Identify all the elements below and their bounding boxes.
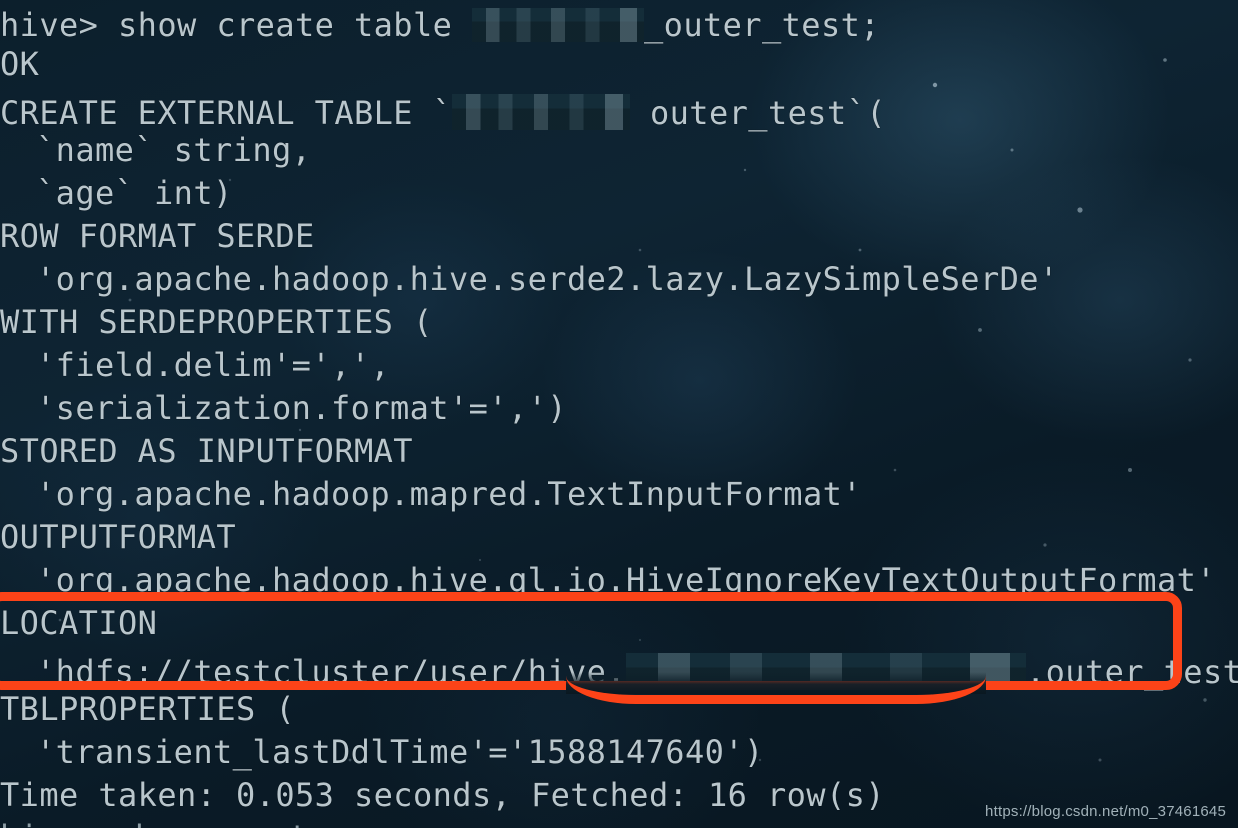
terminal-line-text-suffix: _outer_test;	[643, 6, 880, 44]
terminal-line-text: 'serialization.format'=',')	[36, 389, 567, 427]
terminal-line-row-format-serde: ROW FORMAT SERDE	[0, 217, 315, 255]
terminal-line-text: 'org.apache.hadoop.hive.serde2.lazy.Lazy…	[36, 260, 1059, 298]
terminal-line-prop-field-delim: 'field.delim'=',',	[0, 346, 390, 384]
terminal-line-col-name: `name` string,	[0, 131, 311, 169]
terminal-line-stored-as-inputformat: STORED AS INPUTFORMAT	[0, 432, 413, 470]
terminal-line-prop-transient-lastddltime: 'transient_lastDdlTime'='1588147640')	[0, 733, 764, 771]
terminal-line-location-keyword: LOCATION	[0, 604, 157, 642]
terminal-line-serde-class: 'org.apache.hadoop.hive.serde2.lazy.Lazy…	[0, 260, 1059, 298]
terminal-line-text: TBLPROPERTIES (	[0, 690, 295, 728]
terminal-line-text: 'field.delim'=',',	[36, 346, 390, 384]
terminal-line-text: LOCATION	[0, 604, 158, 642]
terminal-line-text: Time taken: 0.053 seconds, Fetched: 16 r…	[0, 776, 885, 814]
terminal-line-text: ROW FORMAT SERDE	[0, 217, 315, 255]
terminal-line-outputformat-class: 'org.apache.hadoop.hive.ql.io.HiveIgnore…	[0, 561, 1216, 599]
terminal-line-text: STORED AS INPUTFORMAT	[0, 432, 413, 470]
terminal-screen: hive> show create table _outer_test; OK CR…	[0, 0, 1238, 828]
terminal-line-tblproperties: TBLPROPERTIES (	[0, 690, 295, 728]
watermark-url: https://blog.csdn.net/m0_37461645	[985, 803, 1226, 820]
terminal-line-col-age: `age` int)	[0, 174, 233, 212]
terminal-line-inputformat-class: 'org.apache.hadoop.mapred.TextInputForma…	[0, 475, 862, 513]
terminal-line-text: 'org.apache.hadoop.mapred.TextInputForma…	[36, 475, 862, 513]
terminal-line-text: WITH SERDEPROPERTIES (	[0, 303, 433, 341]
terminal-line-location-path: 'hdfs://testcluster/user/hive, .outer_tes…	[0, 647, 1238, 691]
redacted-mosaic-block	[625, 653, 1026, 689]
terminal-line-time-taken: Time taken: 0.053 seconds, Fetched: 16 r…	[0, 776, 885, 814]
terminal-line-text: hive> show create table	[0, 6, 472, 44]
terminal-line-text: 'transient_lastDdlTime'='1588147640')	[36, 733, 764, 771]
terminal-line-text-suffix: .outer_test'	[1025, 653, 1238, 691]
cutoff-prompt-line: hive> show create	[0, 818, 328, 828]
terminal-line-create-external-table: CREATE EXTERNAL TABLE ` outer_test`(	[0, 88, 886, 132]
terminal-line-prop-serialization-format: 'serialization.format'=',')	[0, 389, 567, 427]
terminal-line-with-serdeproperties: WITH SERDEPROPERTIES (	[0, 303, 433, 341]
terminal-line-text: 'org.apache.hadoop.hive.ql.io.HiveIgnore…	[36, 561, 1216, 599]
terminal-line-text: OUTPUTFORMAT	[0, 518, 236, 556]
terminal-line-text: `age` int)	[36, 174, 233, 212]
terminal-line-cmd-show-create: hive> show create table _outer_test;	[0, 2, 880, 44]
terminal-line-result-ok: OK	[0, 45, 39, 83]
terminal-line-outputformat: OUTPUTFORMAT	[0, 518, 236, 556]
terminal-line-text-suffix: outer_test`(	[630, 94, 886, 132]
redacted-mosaic-block	[471, 8, 644, 42]
terminal-line-text: CREATE EXTERNAL TABLE `	[0, 94, 453, 132]
terminal-output: hive> show create table _outer_test; OK CR…	[0, 0, 1238, 828]
terminal-line-text: `name` string,	[36, 131, 312, 169]
terminal-line-text: 'hdfs://testcluster/user/hive,	[36, 653, 626, 691]
terminal-line-text: OK	[0, 45, 40, 83]
redacted-mosaic-block	[452, 94, 631, 130]
